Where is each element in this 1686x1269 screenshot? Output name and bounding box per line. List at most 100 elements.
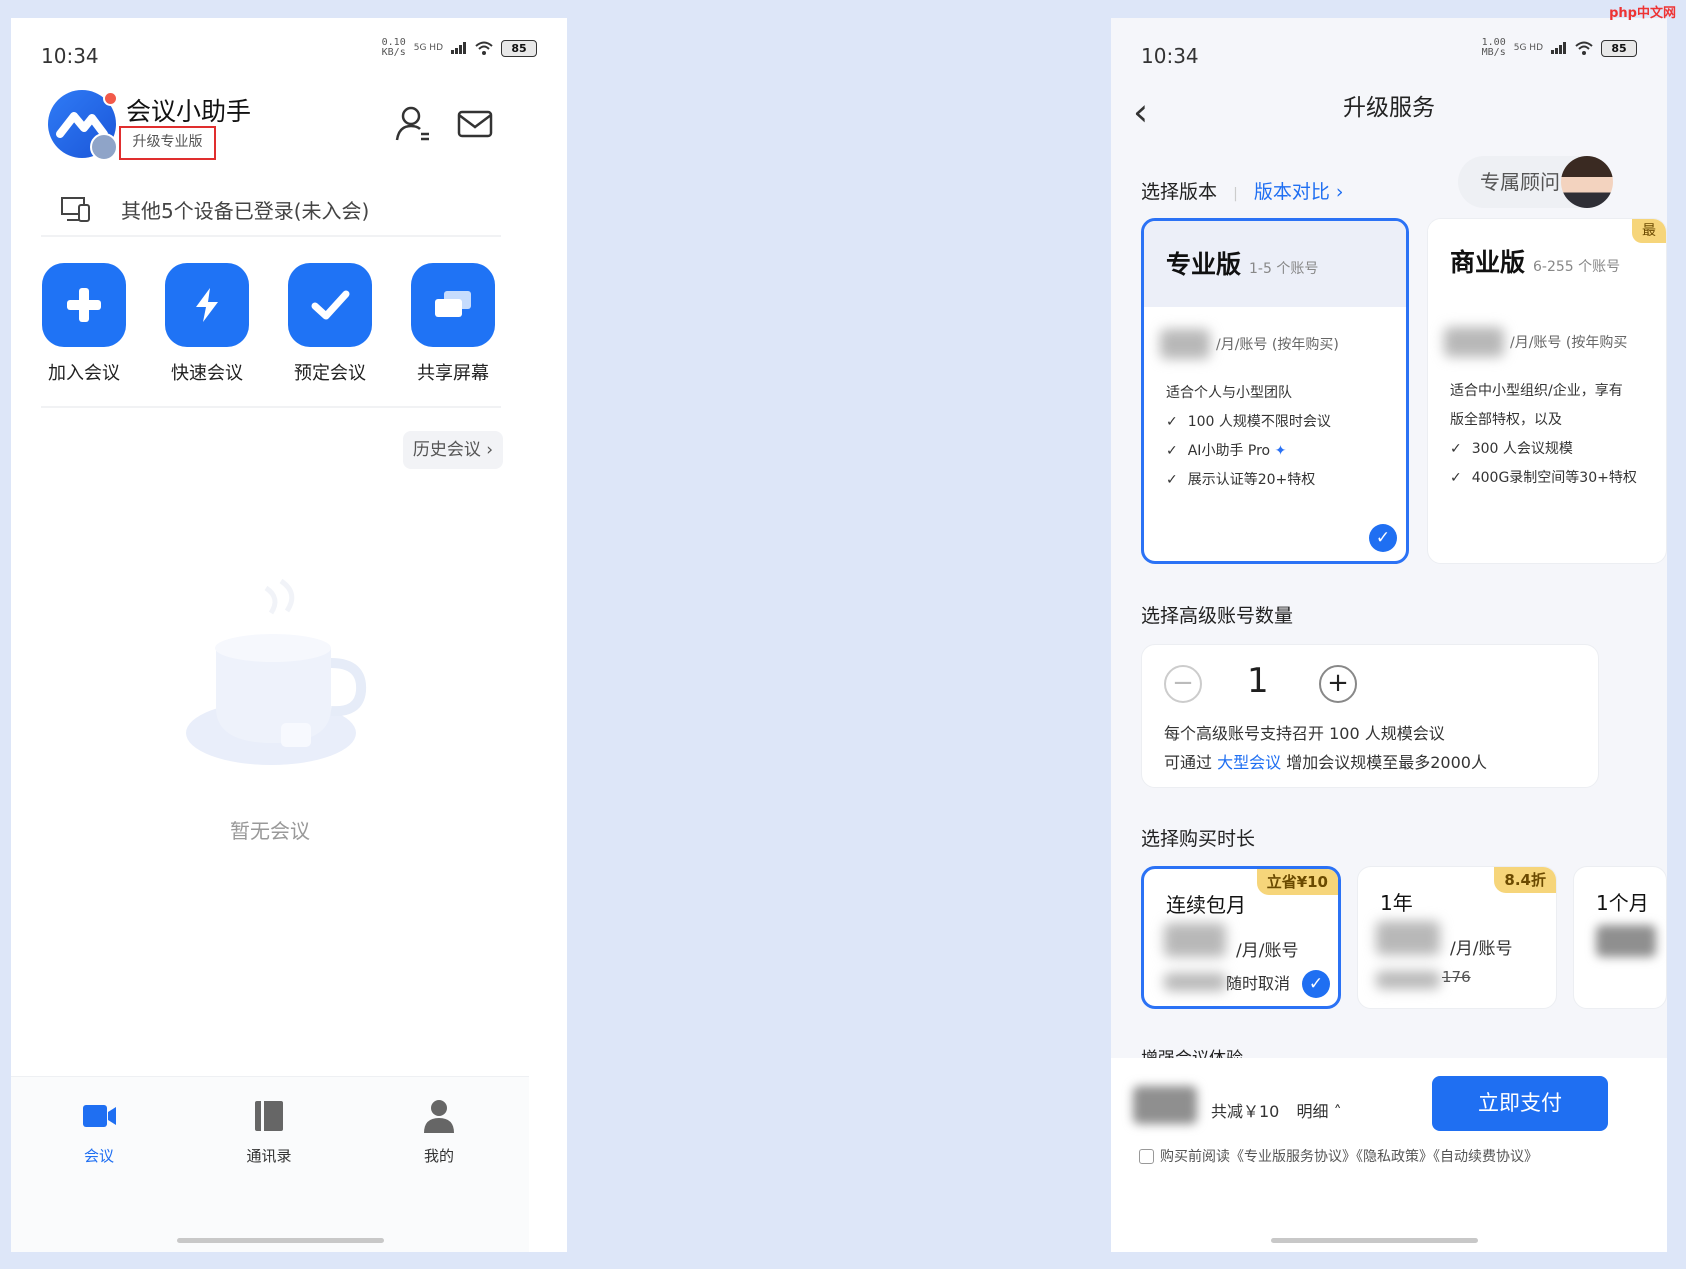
- agree-checkbox[interactable]: [1139, 1148, 1154, 1164]
- enhance-section-label: 增强会议体验: [1141, 1044, 1243, 1058]
- watermark-logo: php中文网: [1609, 6, 1676, 21]
- person-icon: [424, 1100, 454, 1133]
- share-screen-button[interactable]: 共享屏幕: [398, 263, 508, 385]
- agreement-text[interactable]: 购买前阅读《专业版服务协议》《隐私政策》《自动续费协议》: [1160, 1146, 1538, 1166]
- price-blurred: [1164, 923, 1226, 957]
- battery-indicator: 85: [1601, 39, 1637, 57]
- upgrade-pro-tag[interactable]: 升级专业版: [119, 126, 216, 160]
- select-version-label: 选择版本: [1141, 181, 1218, 203]
- check-icon: ✓: [1450, 441, 1462, 457]
- plan-range: 6-255 个账号: [1533, 259, 1621, 275]
- home-screen: 10:34 0.10 KB/s 5G HD 85 会议小助手 升级专业版 其他5…: [11, 18, 567, 1252]
- signal-icon: [1551, 42, 1566, 54]
- note-blurred: [1164, 973, 1226, 991]
- plan-name: 专业版: [1166, 250, 1242, 279]
- compare-versions-link[interactable]: 版本对比: [1254, 181, 1330, 203]
- qty-info-pre: 可通过: [1164, 753, 1213, 772]
- save-tag: 立省¥10: [1256, 869, 1338, 895]
- action-label: 预定会议: [294, 363, 366, 384]
- net-type-label: 5G HD: [1513, 43, 1543, 53]
- qty-info-2: 可通过 大型会议 增加会议规模至最多2000人: [1164, 749, 1487, 773]
- duration-name: 1个月: [1596, 891, 1649, 915]
- battery-indicator: 85: [501, 39, 537, 57]
- devices-icon: [61, 197, 90, 222]
- duration-one-month[interactable]: 1个月: [1573, 866, 1667, 1009]
- signal-icon: [451, 42, 466, 54]
- home-indicator: [1271, 1238, 1478, 1243]
- app-title: 会议小助手: [126, 97, 252, 126]
- qty-value[interactable]: 1: [1247, 661, 1269, 701]
- tab-meetings[interactable]: 会议: [49, 1097, 149, 1166]
- history-meetings-button[interactable]: 历史会议 ›: [403, 431, 503, 469]
- chevron-up-icon: ˄: [1328, 1102, 1342, 1121]
- sparkle-icon: ✦: [1274, 443, 1287, 459]
- plan-card-pro[interactable]: 专业版 1-5 个账号 /月/账号 (按年购买) 适合个人与小型团队 ✓ 100 人…: [1141, 218, 1409, 564]
- quick-meeting-button[interactable]: 快速会议: [152, 263, 262, 385]
- tab-label: 通讯录: [246, 1147, 292, 1165]
- qty-info: 每个高级账号支持召开 100 人规模会议: [1164, 724, 1445, 743]
- status-bar-icons: 1.00 MB/s 5G HD 85: [1482, 38, 1637, 58]
- schedule-meeting-button[interactable]: 预定会议: [275, 263, 385, 385]
- divider: [41, 235, 501, 237]
- qty-info-post: 增加会议规模至最多2000人: [1286, 753, 1487, 772]
- plan-range: 1-5 个账号: [1249, 261, 1319, 277]
- qty-plus-button[interactable]: +: [1319, 665, 1357, 703]
- duration-unit: /月/账号: [1236, 941, 1299, 961]
- plan-name: 商业版: [1450, 248, 1526, 277]
- price-unit: /月/账号 (按年购买): [1216, 337, 1339, 353]
- check-icon: [288, 263, 372, 347]
- empty-cup-icon: [186, 578, 367, 765]
- net-type-label: 5G HD: [413, 43, 443, 53]
- status-bar-icons: 0.10 KB/s 5G HD 85: [382, 38, 537, 58]
- price-blurred: [1376, 921, 1440, 955]
- best-tag: 最: [1632, 219, 1666, 243]
- status-time: 10:34: [1141, 44, 1199, 68]
- price-blurred: [1444, 327, 1504, 357]
- large-meeting-link[interactable]: 大型会议: [1217, 753, 1281, 772]
- duration-note: 随时取消: [1226, 974, 1291, 993]
- check-icon: ✓: [1450, 470, 1462, 486]
- plus-icon: [42, 263, 126, 347]
- plan-card-business[interactable]: 最 商业版 6-255 个账号 /月/账号 (按年购买 适合中小型组织/企业，享有…: [1427, 218, 1667, 564]
- upgrade-screen: 10:34 1.00 MB/s 5G HD 85 ‹ 升级服务 选择版本 | 版…: [1111, 18, 1667, 1252]
- check-icon: ✓: [1166, 472, 1178, 488]
- join-meeting-button[interactable]: 加入会议: [29, 263, 139, 385]
- home-indicator: [177, 1238, 384, 1243]
- qty-minus-button[interactable]: −: [1164, 665, 1202, 703]
- plan-desc: 适合中小型组织/企业，享有: [1450, 383, 1623, 399]
- discount-text: 共减￥10: [1211, 1102, 1280, 1121]
- mail-icon[interactable]: [453, 102, 497, 146]
- discount-tag: 8.4折: [1494, 867, 1556, 893]
- page-title: 升级服务: [1343, 95, 1435, 121]
- tab-contacts[interactable]: 通讯录: [219, 1097, 319, 1166]
- chevron-right-icon: ›: [1329, 181, 1344, 203]
- contact-add-icon[interactable]: [391, 102, 435, 146]
- plan-feature: 300 人会议规模: [1471, 441, 1573, 457]
- logged-devices-text[interactable]: 其他5个设备已登录(未入会): [121, 195, 369, 224]
- plan-desc: 适合个人与小型团队: [1166, 385, 1292, 401]
- book-icon: [255, 1101, 283, 1131]
- note-blurred: [1376, 971, 1440, 989]
- plan-feature: 展示认证等20+特权: [1187, 472, 1316, 488]
- wifi-icon: [1575, 41, 1593, 55]
- selected-check-icon: ✓: [1369, 524, 1397, 552]
- detail-button[interactable]: 明细: [1296, 1102, 1328, 1121]
- duration-section-label: 选择购买时长: [1141, 828, 1256, 850]
- agreement-row: 购买前阅读《专业版服务协议》《隐私政策》《自动续费协议》: [1139, 1146, 1538, 1166]
- notification-dot: [103, 91, 118, 106]
- history-label: 历史会议: [412, 440, 481, 460]
- pay-now-button[interactable]: 立即支付: [1432, 1076, 1608, 1131]
- lightning-icon: [165, 263, 249, 347]
- network-speed: 0.10 KB/s: [381, 37, 406, 58]
- network-speed: 1.00 MB/s: [1481, 37, 1506, 58]
- duration-unit: /月/账号: [1450, 939, 1513, 959]
- separator: |: [1233, 186, 1238, 202]
- duration-yearly[interactable]: 8.4折 1年 /月/账号 176: [1357, 866, 1557, 1009]
- check-icon: ✓: [1166, 414, 1178, 430]
- consultant-avatar[interactable]: [1561, 156, 1613, 208]
- duration-monthly[interactable]: 立省¥10 连续包月 /月/账号 随时取消 ✓: [1141, 866, 1341, 1009]
- price-blurred: [1596, 925, 1656, 957]
- tab-profile[interactable]: 我的: [389, 1097, 489, 1166]
- wifi-icon: [475, 41, 493, 55]
- plan-feature: 400G录制空间等30+特权: [1471, 470, 1637, 486]
